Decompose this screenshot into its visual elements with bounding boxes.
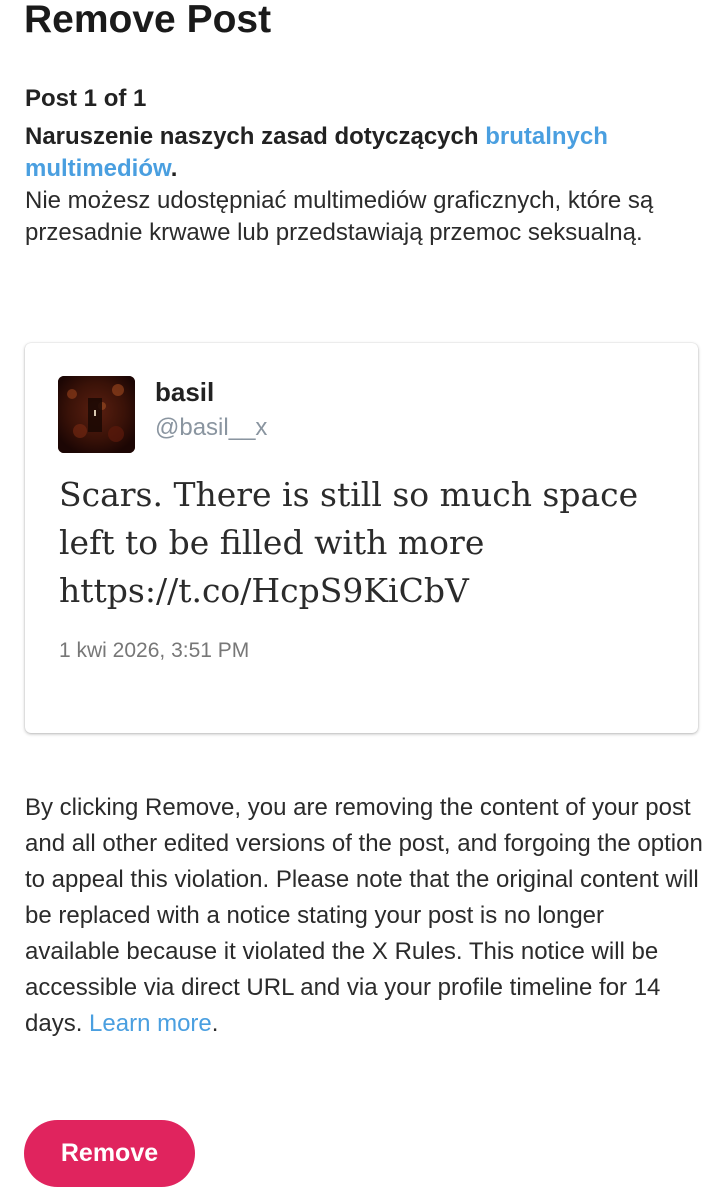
removal-notice: By clicking Remove, you are removing the… [25, 790, 705, 1042]
violation-section: Naruszenie naszych zasad dotyczących bru… [25, 121, 695, 249]
removal-notice-suffix: . [211, 1010, 219, 1037]
violation-heading: Naruszenie naszych zasad dotyczących bru… [25, 123, 608, 182]
learn-more-link[interactable]: Learn more [89, 1010, 212, 1037]
post-timestamp: 1 kwi 2026, 3:51 PM [59, 639, 250, 662]
avatar [58, 376, 135, 453]
author-handle: @basil__x [155, 414, 268, 441]
violation-heading-text: Naruszenie naszych zasad dotyczących [25, 123, 486, 150]
post-card: basil @basil__x Scars. There is still so… [25, 343, 698, 733]
removal-notice-text: By clicking Remove, you are removing the… [25, 794, 703, 1037]
page-title: Remove Post [24, 0, 272, 41]
post-counter: Post 1 of 1 [25, 85, 147, 112]
post-text: Scars. There is still so much space left… [59, 475, 639, 610]
violation-heading-suffix: . [170, 155, 178, 182]
profile-avatar-icon [58, 376, 135, 453]
remove-button[interactable]: Remove [24, 1120, 195, 1187]
author-name: basil [155, 377, 215, 407]
violation-description: Nie możesz udostępniać multimediów grafi… [25, 187, 654, 246]
